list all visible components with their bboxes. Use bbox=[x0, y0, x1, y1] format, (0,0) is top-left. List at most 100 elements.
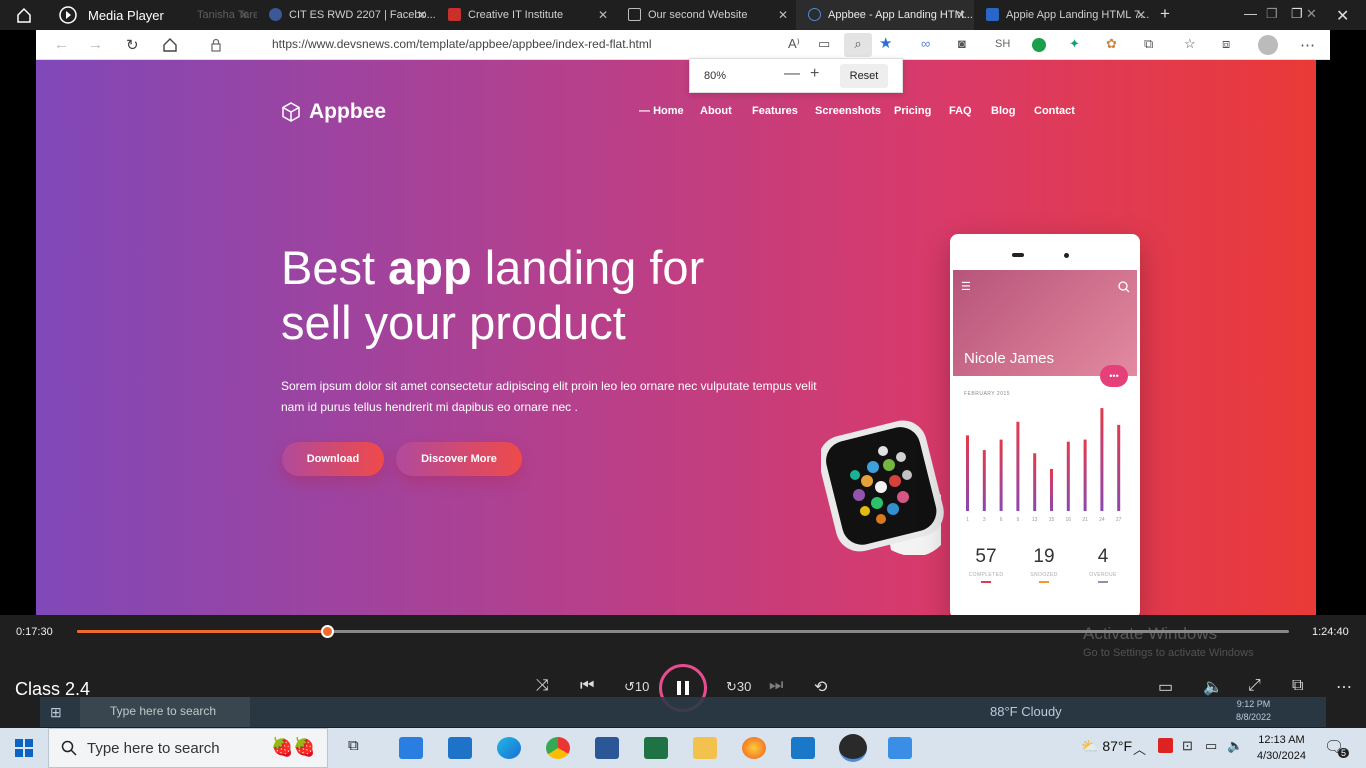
task-view-icon[interactable]: ⧉ bbox=[348, 737, 372, 759]
phone-chart-label: 1 bbox=[966, 517, 969, 523]
close-button-browser[interactable]: ✕ bbox=[1306, 6, 1317, 22]
close-button[interactable]: ✕ bbox=[1336, 6, 1349, 26]
phone-chart-label: 6 bbox=[1000, 517, 1003, 523]
nav-features[interactable]: Features bbox=[752, 105, 798, 117]
media-player-taskbar-icon[interactable] bbox=[839, 734, 867, 762]
restore-button-browser[interactable]: ❐ bbox=[1266, 6, 1278, 22]
windows-start-icon: ⊞ bbox=[50, 704, 62, 720]
download-button[interactable]: Download bbox=[282, 442, 384, 476]
discover-more-button[interactable]: Discover More bbox=[396, 442, 522, 476]
seek-bar[interactable] bbox=[77, 625, 1289, 638]
close-icon[interactable]: ✕ bbox=[956, 8, 966, 22]
mail-icon[interactable] bbox=[448, 737, 472, 759]
read-aloud-icon[interactable]: A⁾ bbox=[788, 36, 800, 52]
puzzle-extensions-icon[interactable]: ⧉ bbox=[1144, 36, 1153, 52]
zoom-icon[interactable]: ⌕ bbox=[844, 33, 872, 57]
chrome-icon[interactable] bbox=[546, 737, 570, 759]
taskbar-weather[interactable]: ⛅ 87°F bbox=[1081, 738, 1132, 755]
previous-icon[interactable]: ⏮ bbox=[580, 677, 594, 695]
back-icon[interactable]: ← bbox=[54, 36, 69, 53]
photos-icon[interactable] bbox=[888, 737, 912, 759]
mini-player-icon[interactable]: ⧉ bbox=[1292, 677, 1303, 695]
lock-icon[interactable] bbox=[210, 38, 222, 52]
url-field[interactable]: https://www.devsnews.com/template/appbee… bbox=[272, 37, 652, 51]
chevron-up-icon[interactable]: ︿ bbox=[1133, 739, 1146, 758]
phone-chart-bar bbox=[1016, 421, 1020, 511]
nav-pricing[interactable]: Pricing bbox=[894, 105, 931, 117]
hero-description: Sorem ipsum dolor sit amet consectetur a… bbox=[281, 379, 817, 414]
avatar[interactable] bbox=[1258, 35, 1278, 55]
skip-forward-30-icon[interactable]: ↻30 bbox=[726, 679, 751, 695]
activate-windows-subtext: Go to Settings to activate Windows bbox=[1083, 647, 1254, 659]
volume-icon[interactable]: 🔈 bbox=[1227, 738, 1243, 754]
repeat-icon[interactable]: ⟲ bbox=[814, 677, 827, 697]
nav-blog[interactable]: Blog bbox=[991, 105, 1015, 117]
profile-initials-icon[interactable]: SH bbox=[995, 38, 1010, 50]
microsoft-store-icon[interactable] bbox=[399, 737, 423, 759]
collections-icon[interactable]: ⧈ bbox=[1222, 36, 1230, 52]
forward-icon[interactable]: → bbox=[88, 36, 103, 53]
favorites-icon[interactable]: ☆ bbox=[1184, 36, 1196, 52]
phone-chart-bar bbox=[999, 439, 1003, 511]
firefox-icon[interactable] bbox=[742, 737, 766, 759]
nav-faq[interactable]: FAQ bbox=[949, 105, 972, 117]
zoom-out-button[interactable]: — bbox=[784, 65, 800, 83]
close-icon[interactable]: ✕ bbox=[417, 8, 427, 22]
taskbar-clock[interactable]: 12:13 AM 4/30/2024 bbox=[1257, 732, 1306, 764]
stat-value: 19 bbox=[1033, 546, 1055, 567]
close-icon[interactable]: ✕ bbox=[598, 8, 608, 22]
smartwatch-image bbox=[821, 420, 944, 555]
nav-about[interactable]: About bbox=[700, 105, 732, 117]
excel-icon[interactable] bbox=[644, 737, 668, 759]
tab-creative-it[interactable]: Creative IT Institute ✕ bbox=[436, 0, 616, 30]
nav-home[interactable]: — Home bbox=[639, 105, 684, 117]
captions-icon[interactable]: ▭ bbox=[1158, 677, 1173, 697]
device-icon[interactable]: ⊡ bbox=[1182, 738, 1193, 754]
restore-button[interactable]: ❐ bbox=[1291, 6, 1303, 22]
word-icon[interactable] bbox=[595, 737, 619, 759]
minimize-button[interactable]: — bbox=[1244, 6, 1257, 21]
zoom-in-button[interactable]: + bbox=[810, 65, 819, 83]
refresh-icon[interactable]: ↻ bbox=[126, 36, 139, 54]
nav-screenshots[interactable]: Screenshots bbox=[815, 105, 881, 117]
fullscreen-icon[interactable]: ⤢ bbox=[1248, 677, 1261, 695]
skip-back-10-icon[interactable]: ↺10 bbox=[624, 679, 649, 695]
seek-bar-thumb[interactable] bbox=[320, 625, 334, 638]
next-icon[interactable]: ⏭ bbox=[769, 677, 783, 695]
favorite-star-icon[interactable]: ★ bbox=[879, 34, 892, 52]
zoom-reset-button[interactable]: Reset bbox=[840, 64, 888, 88]
more-menu-icon[interactable]: ⋯ bbox=[1300, 36, 1315, 54]
volume-icon[interactable]: 🔈 bbox=[1203, 677, 1223, 697]
home-icon[interactable] bbox=[10, 6, 38, 24]
close-icon[interactable]: ✕ bbox=[778, 8, 788, 22]
close-icon[interactable]: ✕ bbox=[239, 8, 249, 22]
tab-messenger[interactable]: Tanisha Taresa messaged B...✕ bbox=[165, 0, 257, 30]
vscode-icon[interactable] bbox=[791, 737, 815, 759]
nav-contact[interactable]: Contact bbox=[1034, 105, 1075, 117]
home-icon[interactable] bbox=[162, 37, 178, 53]
antivirus-icon[interactable] bbox=[1158, 738, 1173, 753]
strawberry-icon: 🍓🍓 bbox=[271, 737, 316, 757]
tab-appbee[interactable]: Appbee - App Landing HTM... ✕ bbox=[796, 0, 974, 30]
extension-link-icon[interactable]: ∞ bbox=[921, 36, 930, 51]
tab-facebook[interactable]: CIT ES RWD 2207 | Facebo... ✕ bbox=[257, 0, 435, 30]
extension-icon[interactable]: ✦ bbox=[1069, 36, 1080, 52]
file-explorer-icon[interactable] bbox=[693, 737, 717, 759]
new-tab-button[interactable]: + bbox=[1160, 4, 1170, 24]
network-icon[interactable]: ▭ bbox=[1205, 738, 1217, 754]
grammarly-icon[interactable] bbox=[1032, 38, 1046, 52]
camera-icon[interactable]: ◙ bbox=[958, 36, 966, 51]
webpage: Appbee — Home About Features Screenshots… bbox=[36, 60, 1316, 615]
more-options-icon[interactable]: ⋯ bbox=[1336, 677, 1352, 697]
shuffle-icon[interactable]: ⤨ bbox=[536, 677, 549, 695]
immersive-reader-icon[interactable]: ▭ bbox=[818, 36, 830, 52]
edge-icon[interactable] bbox=[497, 737, 521, 759]
site-logo[interactable]: Appbee bbox=[281, 100, 386, 124]
taskbar-search[interactable]: Type here to search 🍓🍓 bbox=[48, 728, 328, 768]
close-icon[interactable]: ✕ bbox=[1136, 8, 1146, 22]
tab-second-website[interactable]: Our second Website ✕ bbox=[616, 0, 796, 30]
profile-header: ☰ Nicole James bbox=[953, 270, 1137, 376]
windows-start-icon[interactable] bbox=[15, 739, 33, 757]
tab-appie[interactable]: Appie App Landing HTML 7... ✕ bbox=[974, 0, 1154, 30]
extension-color-icon[interactable]: ✿ bbox=[1106, 36, 1117, 52]
